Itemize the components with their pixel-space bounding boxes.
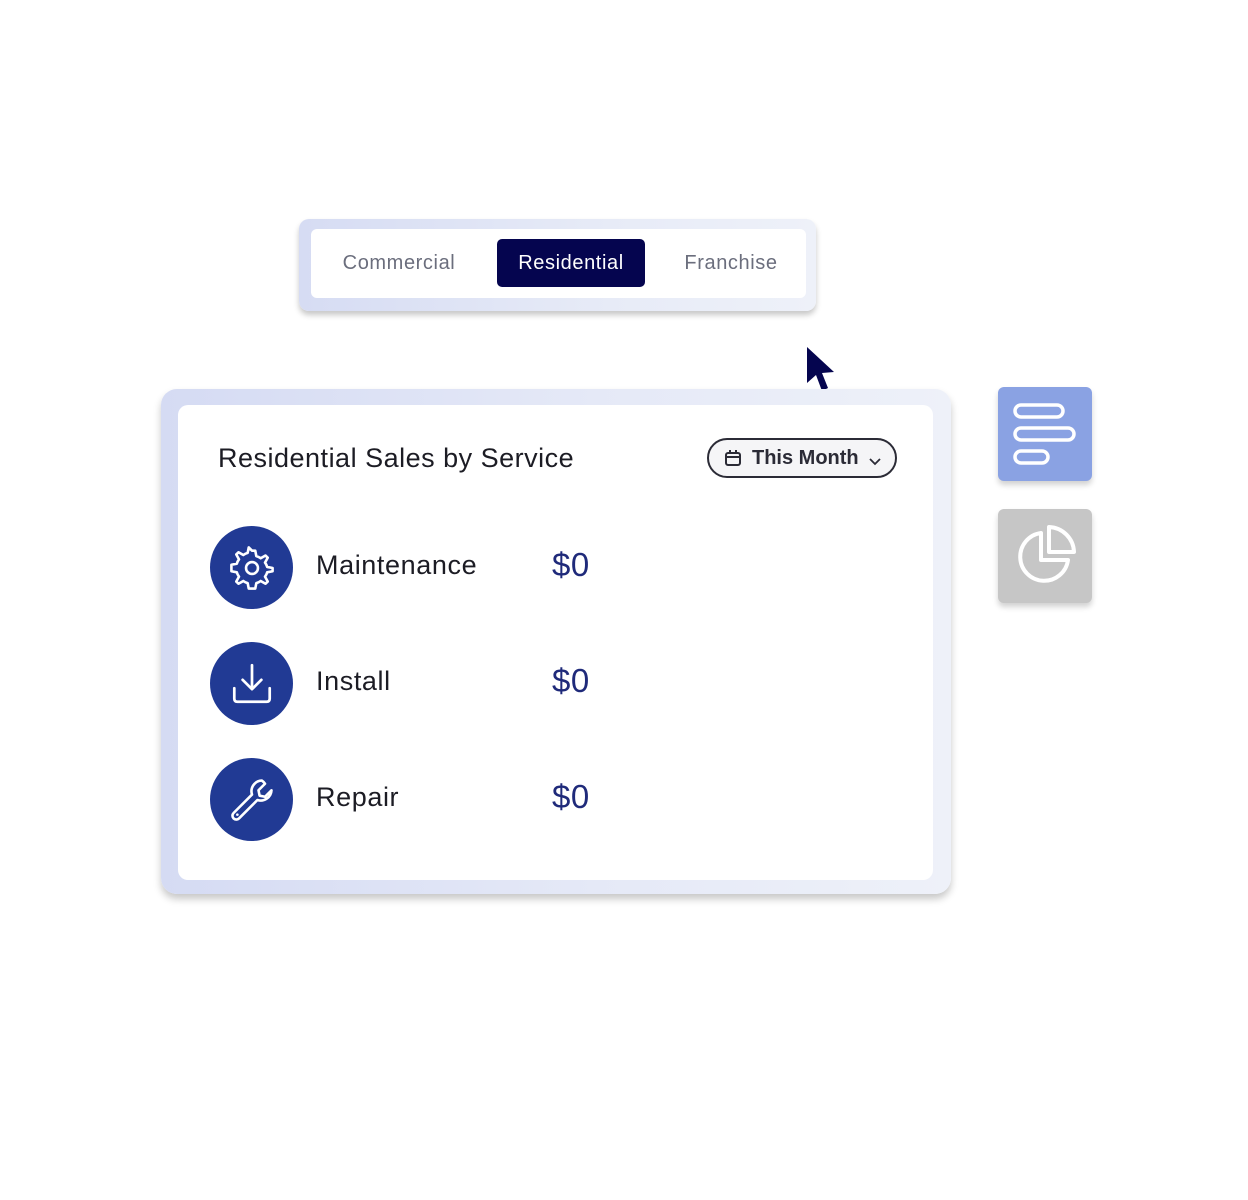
service-label: Install	[316, 666, 391, 696]
bar-chart-icon	[1013, 403, 1076, 465]
tab-residential[interactable]: Residential	[497, 239, 645, 287]
pie-chart-icon	[1018, 525, 1076, 583]
service-row-repair: Repair $0	[210, 758, 770, 842]
calendar-icon	[723, 448, 743, 468]
tab-commercial[interactable]: Commercial	[325, 239, 473, 287]
service-label: Repair	[316, 782, 400, 812]
service-row-maintenance: Maintenance $0	[210, 526, 770, 610]
service-value: $0	[552, 778, 590, 815]
service-value: $0	[552, 662, 590, 699]
gear-icon	[210, 526, 293, 609]
service-value: $0	[552, 546, 590, 583]
sales-card: Residential Sales by Service This Month	[161, 389, 951, 894]
mouse-cursor-icon	[807, 347, 834, 391]
pie-chart-view-button[interactable]	[998, 509, 1092, 603]
stage: Commercial Residential Franchise Residen…	[0, 0, 1248, 1200]
wrench-icon	[210, 758, 293, 841]
tab-franchise[interactable]: Franchise	[665, 239, 797, 287]
service-label: Maintenance	[316, 550, 478, 580]
service-row-install: Install $0	[210, 642, 770, 726]
chevron-down-icon	[868, 451, 882, 466]
card-title: Residential Sales by Service	[218, 443, 575, 473]
segment-tabs-inner: Commercial Residential Franchise	[311, 229, 806, 298]
period-label: This Month	[752, 446, 859, 469]
download-icon	[210, 642, 293, 725]
period-dropdown[interactable]: This Month	[707, 438, 897, 478]
sales-card-body: Residential Sales by Service This Month	[178, 405, 933, 880]
bar-chart-view-button[interactable]	[998, 387, 1092, 481]
segment-tabs: Commercial Residential Franchise	[299, 219, 816, 311]
